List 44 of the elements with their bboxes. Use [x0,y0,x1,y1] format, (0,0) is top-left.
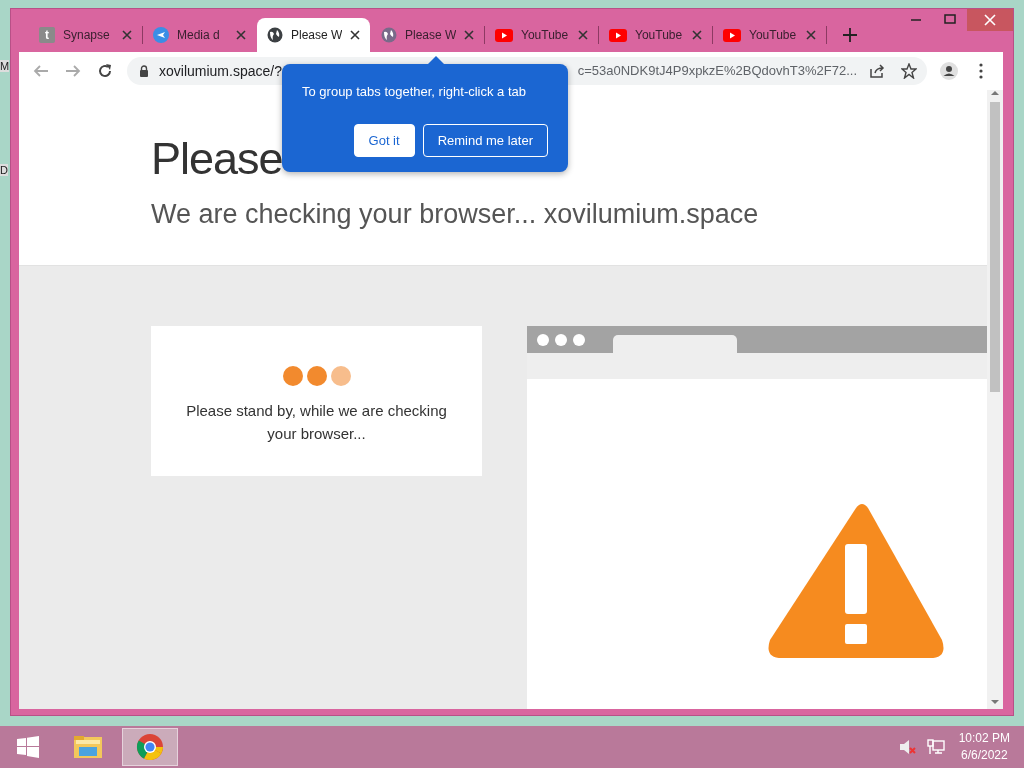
play-icon [495,28,513,42]
reload-icon[interactable] [96,62,114,80]
tab-favicon: t [39,27,55,43]
maximize-icon[interactable] [944,14,956,26]
page-subheading: We are checking your browser... xovilumium.space [151,198,760,231]
folder-icon [73,734,103,760]
browser-tab[interactable]: YouTube [599,18,712,52]
globe-icon [267,27,283,43]
muted-speaker-icon[interactable] [898,739,917,755]
window-dot [537,333,549,346]
url-text: c=53a0NDK9tJ4P9xpkzE%2BQdovhT3%2F72... [577,62,857,81]
window-dot [555,333,567,346]
page-heading: Please [151,132,283,186]
windows-icon [17,736,39,758]
browser-tab[interactable]: Please W [371,18,484,52]
share-icon[interactable] [869,63,885,79]
clock-time[interactable]: 10:02 PM [958,730,1010,747]
tooltip-message: To group tabs together, right-click a tab [302,83,527,101]
globe-icon [381,27,397,43]
scroll-down-icon[interactable] [991,699,999,705]
browser-tab[interactable]: t Synapse [29,18,142,52]
close-icon[interactable] [350,30,360,40]
clock-date[interactable]: 6/6/2022 [958,747,1010,764]
play-icon [609,28,627,42]
scrollbar-thumb[interactable] [990,102,1000,392]
browser-tab[interactable]: YouTube [485,18,598,52]
confirm-button[interactable]: Got it [353,123,415,157]
browser-tab[interactable]: YouTube [713,18,826,52]
network-icon[interactable] [926,739,945,755]
desktop-icon-label: D [0,164,8,176]
browser-tab[interactable]: Please W [257,18,370,52]
new-tab-icon[interactable] [843,28,857,42]
status-message: Please stand by, while we are checking your browser... [185,401,448,444]
browser-tab[interactable]: Media d [143,18,256,52]
taskbar-button[interactable] [122,728,178,766]
lock-icon [139,65,149,77]
play-icon [723,28,741,42]
chrome-icon [136,733,164,761]
window-dot [573,333,585,346]
url-text: xovilumium.space/? [159,61,282,81]
desktop-icon-label: M [0,60,10,72]
profile-icon[interactable] [940,62,958,80]
remind-button[interactable]: Remind me later [422,123,548,157]
star-icon[interactable] [901,63,917,79]
